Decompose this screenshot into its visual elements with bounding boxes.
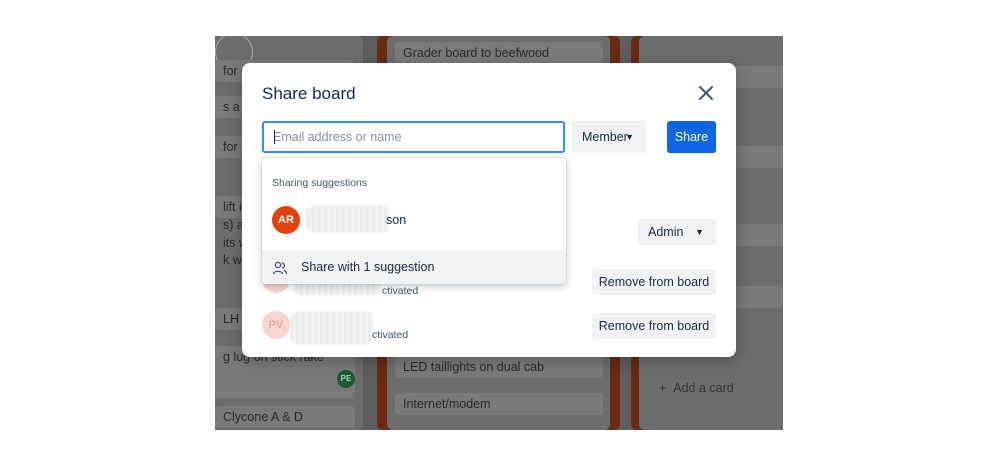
- card: LED taillights on dual cab: [395, 356, 603, 378]
- card: Grader board to beefwood: [395, 42, 603, 64]
- close-icon[interactable]: [694, 81, 718, 105]
- email-or-name-input[interactable]: [262, 121, 565, 153]
- remove-from-board-button[interactable]: Remove from board: [592, 269, 716, 295]
- redacted-member-name: [290, 311, 374, 345]
- share-with-suggestions-label: Share with 1 suggestion: [301, 260, 435, 274]
- redacted-suggestion-name: [306, 205, 390, 233]
- share-button[interactable]: Share: [667, 121, 716, 153]
- member-avatar: PE: [337, 370, 355, 388]
- plus-icon: +: [659, 381, 667, 395]
- chevron-down-icon: ▼: [695, 227, 704, 237]
- sharing-suggestions-dropdown: Sharing suggestions AR son Share with 1 …: [262, 158, 566, 284]
- remove-from-board-button[interactable]: Remove from board: [592, 313, 716, 339]
- card: Internet/modem: [395, 393, 603, 415]
- suggestion-avatar: AR: [272, 206, 300, 234]
- dialog-title: Share board: [262, 84, 356, 103]
- permission-select-label: Admin: [648, 225, 684, 239]
- add-card-button[interactable]: + Add a card: [659, 381, 734, 395]
- suggestions-heading: Sharing suggestions: [272, 177, 368, 189]
- member-status: ctivated: [372, 329, 409, 341]
- card: Clycone A & D: [215, 406, 355, 428]
- member-avatar: PV: [262, 311, 290, 339]
- suggestion-name: son: [386, 213, 407, 227]
- add-card-label: Add a card: [673, 381, 734, 395]
- chevron-down-icon: ▼: [625, 132, 634, 142]
- share-with-suggestions-button[interactable]: Share with 1 suggestion: [262, 250, 566, 284]
- role-select[interactable]: Member ▼: [572, 121, 646, 153]
- role-select-label: Member: [582, 130, 628, 144]
- member-status: ctivated: [382, 285, 419, 297]
- text-caret: [274, 130, 275, 144]
- permission-select[interactable]: Admin ▼: [638, 219, 716, 245]
- people-icon: [272, 261, 288, 275]
- suggestion-item[interactable]: AR son: [262, 203, 566, 237]
